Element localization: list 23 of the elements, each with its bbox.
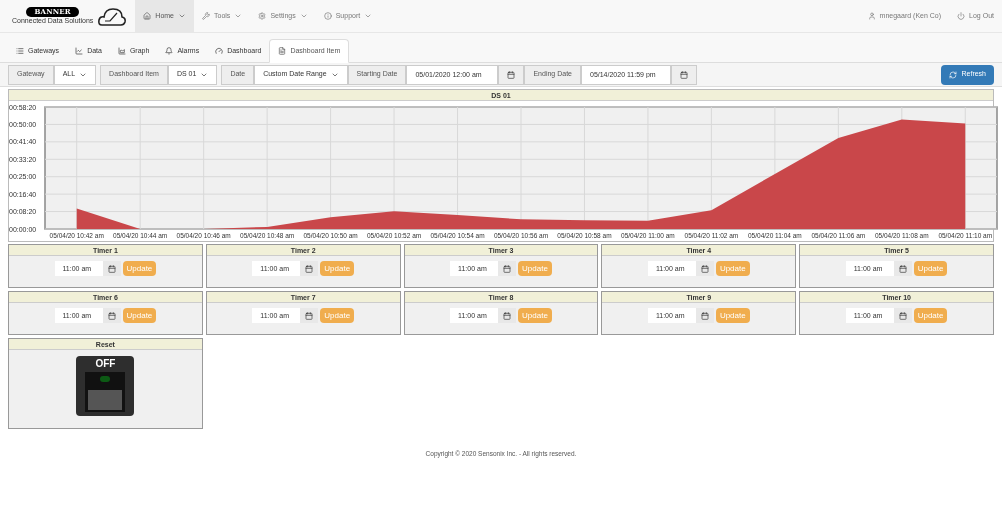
info-icon [323,12,332,20]
home-icon [143,12,152,20]
caret-icon [364,12,373,20]
gears-icon [258,12,267,20]
cloud-icon [97,5,128,27]
area-chart-icon [117,47,126,55]
document-icon [278,47,287,55]
wrench-icon [202,12,211,20]
toggle-switch[interactable]: OFF [76,356,135,416]
caret-icon [234,12,243,20]
caret-icon [299,12,308,20]
caret-icon [178,12,187,20]
user-icon [867,12,876,20]
calendar-icon [300,261,319,276]
gauge-icon [215,47,224,55]
line-chart-icon [75,47,84,55]
calendar-icon [498,261,517,276]
refresh-icon [949,70,958,79]
calendar-icon [300,308,319,323]
list-icon [16,47,24,55]
power-icon [957,12,966,20]
bell-icon [165,47,174,55]
calendar-icon [498,308,517,323]
